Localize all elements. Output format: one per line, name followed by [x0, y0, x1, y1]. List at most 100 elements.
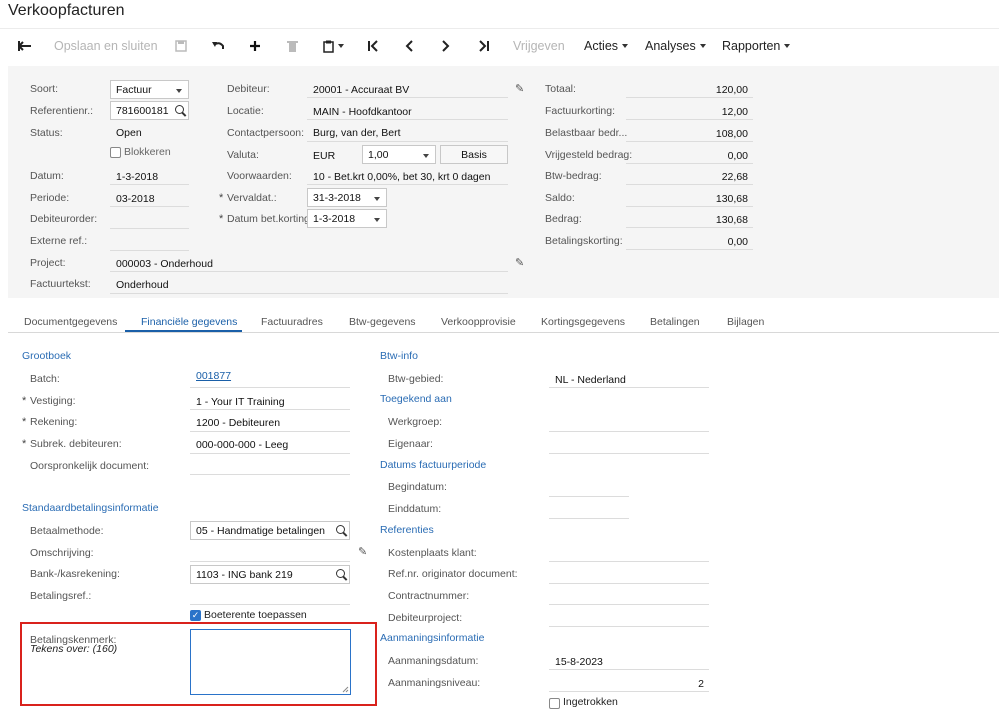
tab-7[interactable]: Betalingen	[650, 316, 700, 328]
undo-icon[interactable]	[211, 34, 225, 58]
batch-label: Batch:	[30, 373, 60, 385]
begindatum-input[interactable]	[549, 496, 629, 497]
ref-input[interactable]: 781600181	[110, 101, 189, 120]
omschrijving-edit-icon[interactable]: ✎	[358, 545, 367, 558]
valuta-value: EUR	[313, 150, 336, 162]
resize-handle-icon[interactable]	[342, 686, 349, 693]
search-icon[interactable]	[336, 569, 345, 578]
back-button[interactable]	[18, 34, 32, 58]
total-label: Belastbaar bedr...	[545, 127, 628, 139]
eigenaar-label: Eigenaar:	[388, 438, 433, 450]
datums-heading: Datums factuurperiode	[380, 459, 487, 471]
vervaldat-date[interactable]: 31-3-2018	[307, 188, 387, 207]
required-asterisk: *	[219, 213, 224, 225]
tab-3[interactable]: Factuuradres	[261, 316, 323, 328]
bank-input[interactable]: 1103 - ING bank 219	[190, 565, 350, 584]
vestiging-value[interactable]: 1 - Your IT Training	[196, 396, 285, 408]
tab-divider	[8, 332, 999, 333]
betalingskenmerk-textarea[interactable]	[190, 629, 351, 695]
locatie-value[interactable]: MAIN - Hoofdkantoor	[313, 106, 412, 118]
project-edit-icon[interactable]: ✎	[515, 256, 524, 269]
bank-label: Bank-/kasrekening:	[30, 568, 120, 580]
tab-6[interactable]: Kortingsgegevens	[541, 316, 625, 328]
refnr-input[interactable]	[549, 583, 709, 584]
omschrijving-input[interactable]	[190, 561, 350, 562]
last-record-icon[interactable]	[478, 34, 490, 58]
soort-select[interactable]: Factuur	[110, 80, 189, 99]
boeterente-checkbox[interactable]: ✓	[190, 610, 201, 621]
batch-link[interactable]: 001877	[196, 370, 231, 382]
status-value: Open	[116, 127, 142, 139]
betaalmethode-input[interactable]: 05 - Handmatige betalingen	[190, 521, 350, 540]
aanmaningsniveau-value[interactable]: 2	[549, 678, 704, 690]
analyses-menu[interactable]: Analyses	[645, 34, 706, 58]
save-close-button[interactable]: Opslaan en sluiten	[54, 34, 158, 58]
reports-menu[interactable]: Rapporten	[722, 34, 791, 58]
blokkeren-checkbox[interactable]	[110, 147, 121, 158]
analyses-label: Analyses	[645, 39, 696, 53]
valuta-rate-select[interactable]: 1,00	[362, 145, 436, 164]
project-label: Project:	[30, 257, 66, 269]
datum-value[interactable]: 1-3-2018	[116, 171, 158, 183]
debiteur-value[interactable]: 20001 - Accuraat BV	[313, 84, 409, 96]
copy-paste-dropdown[interactable]	[323, 34, 344, 58]
oorspr-input[interactable]	[190, 474, 350, 475]
subrek-value[interactable]: 000-000-000 - Leeg	[196, 439, 288, 451]
einddatum-input[interactable]	[549, 518, 629, 519]
tab-2[interactable]: Financiële gegevens	[141, 316, 237, 328]
externeref-input[interactable]	[110, 250, 189, 251]
werkgroep-input[interactable]	[549, 431, 709, 432]
add-icon[interactable]	[249, 34, 261, 58]
first-record-icon[interactable]	[367, 34, 379, 58]
previous-record-icon[interactable]	[404, 34, 414, 58]
clipboard-icon	[323, 40, 334, 53]
tab-5[interactable]: Verkoopprovisie	[441, 316, 516, 328]
title-divider	[0, 28, 999, 29]
search-icon[interactable]	[175, 105, 184, 114]
debiteurproject-label: Debiteurproject:	[388, 612, 463, 624]
aanmaningsdatum-label: Aanmaningsdatum:	[388, 655, 479, 667]
release-button[interactable]: Vrijgeven	[513, 34, 565, 58]
debiteur-edit-icon[interactable]: ✎	[515, 82, 524, 95]
periode-value[interactable]: 03-2018	[116, 193, 155, 205]
factuurtekst-value[interactable]: Onderhoud	[116, 279, 169, 291]
search-icon[interactable]	[336, 525, 345, 534]
required-asterisk: *	[219, 192, 224, 204]
datumbetkort-date[interactable]: 1-3-2018	[307, 209, 387, 228]
tab-4[interactable]: Btw-gegevens	[349, 316, 416, 328]
debiteurorder-input[interactable]	[110, 228, 189, 229]
soort-label: Soort:	[30, 83, 59, 95]
next-record-icon[interactable]	[441, 34, 451, 58]
contractnummer-input[interactable]	[549, 604, 709, 605]
total-value: 120,00	[715, 84, 748, 96]
betaalmethode-label: Betaalmethode:	[30, 525, 104, 537]
total-label: Factuurkorting:	[545, 105, 616, 117]
kostenplaats-input[interactable]	[549, 561, 709, 562]
contact-label: Contactpersoon:	[227, 127, 305, 139]
delete-icon[interactable]	[287, 34, 298, 58]
valuta-rate-value: 1,00	[368, 148, 389, 161]
aanmaningsdatum-value[interactable]: 15-8-2023	[555, 656, 603, 668]
tab-1[interactable]: Documentgegevens	[24, 316, 117, 328]
betalingsref-label: Betalingsref.:	[30, 590, 92, 602]
btwgebied-value[interactable]: NL - Nederland	[555, 374, 626, 386]
toegekend-heading: Toegekend aan	[380, 393, 452, 405]
ref-label: Referentienr.:	[30, 105, 94, 117]
project-value[interactable]: 000003 - Onderhoud	[116, 258, 213, 270]
vestiging-label: Vestiging:	[30, 395, 76, 407]
ingetrokken-checkbox[interactable]	[549, 698, 560, 709]
debiteurproject-input[interactable]	[549, 626, 709, 627]
datum-label: Datum:	[30, 170, 64, 182]
subrek-label: Subrek. debiteuren:	[30, 438, 122, 450]
externeref-label: Externe ref.:	[30, 235, 88, 247]
rekening-value[interactable]: 1200 - Debiteuren	[196, 417, 280, 429]
voorwaarden-value[interactable]: 10 - Bet.krt 0,00%, bet 30, krt 0 dagen	[313, 171, 490, 183]
contact-value[interactable]: Burg, van der, Bert	[313, 127, 401, 139]
basis-button[interactable]: Basis	[440, 145, 508, 164]
tab-8[interactable]: Bijlagen	[727, 316, 764, 328]
eigenaar-input[interactable]	[549, 453, 709, 454]
betalingsref-input[interactable]	[190, 604, 350, 605]
save-icon[interactable]	[175, 34, 187, 58]
standaard-heading: Standaardbetalingsinformatie	[22, 502, 159, 514]
actions-menu[interactable]: Acties	[584, 34, 629, 58]
